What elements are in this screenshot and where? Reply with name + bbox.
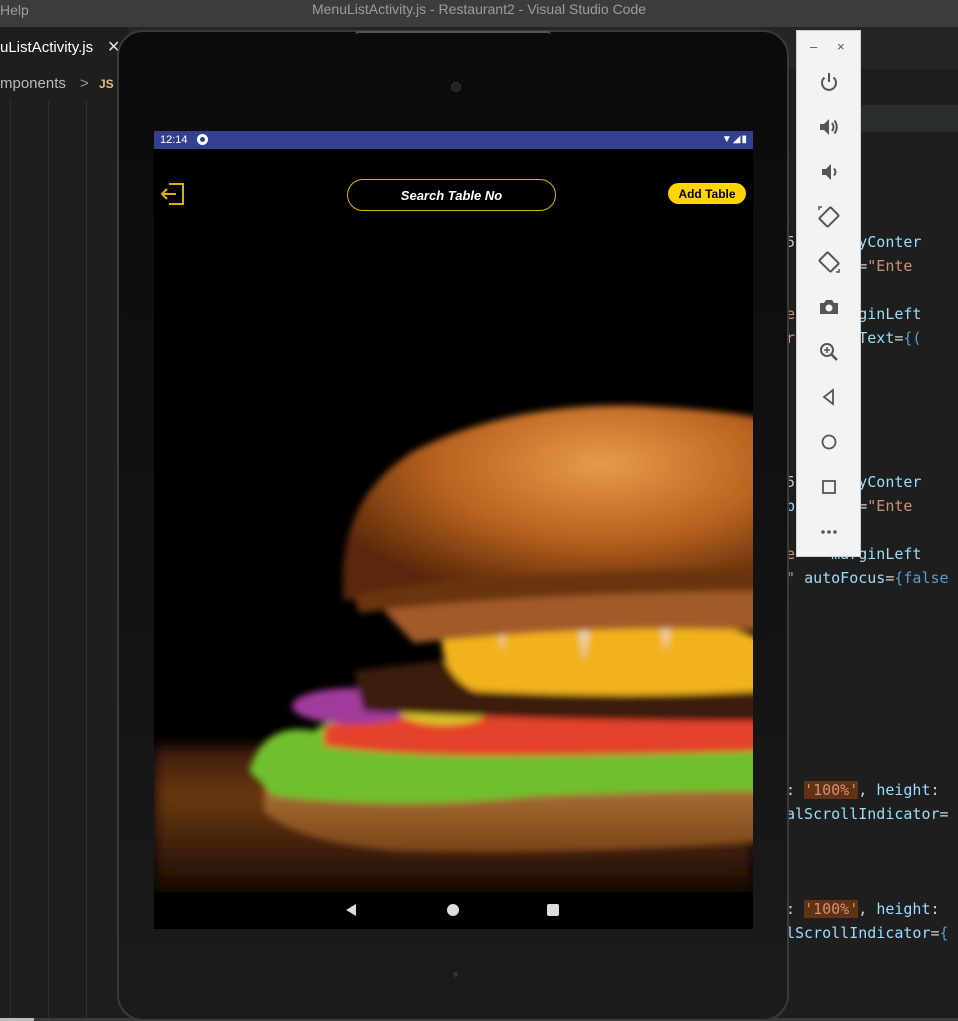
overview-icon[interactable] bbox=[816, 474, 842, 500]
android-nav-bar bbox=[154, 892, 753, 929]
code-line: : '100%', height: bbox=[786, 900, 940, 918]
indent-guide bbox=[10, 100, 11, 1021]
front-camera-icon bbox=[451, 82, 461, 92]
code-line: lScrollIndicator={ bbox=[786, 924, 949, 942]
home-icon[interactable] bbox=[816, 429, 842, 455]
line-highlight bbox=[858, 105, 958, 132]
nav-home-icon[interactable] bbox=[447, 904, 459, 916]
window-title: MenuListActivity.js - Restaurant2 - Visu… bbox=[311, 1, 647, 17]
close-icon[interactable]: × bbox=[837, 39, 845, 54]
search-table-input[interactable] bbox=[347, 179, 556, 211]
status-time: 12:14 bbox=[160, 134, 188, 146]
indent-guide bbox=[48, 100, 49, 1021]
rotate-left-icon[interactable] bbox=[816, 204, 842, 230]
add-table-button[interactable]: Add Table bbox=[668, 183, 746, 204]
javascript-file-icon: JS bbox=[99, 77, 114, 91]
breadcrumb-folder[interactable]: mponents bbox=[0, 70, 66, 98]
microphone-dot bbox=[453, 972, 458, 977]
emulator-toolbar: – × bbox=[796, 30, 861, 557]
zoom-icon[interactable] bbox=[816, 339, 842, 365]
logout-icon[interactable] bbox=[159, 181, 187, 207]
back-icon[interactable] bbox=[816, 384, 842, 410]
notification-icon bbox=[197, 134, 208, 145]
app-header: Add Table bbox=[154, 149, 753, 231]
nav-back-icon[interactable] bbox=[346, 904, 356, 916]
device-screen[interactable]: 12:14 ▼◢▮ Add Table bbox=[154, 131, 753, 929]
tab-label: uListActivity.js bbox=[0, 39, 94, 56]
device-top-edge bbox=[355, 31, 551, 41]
tab-menulistactivity[interactable]: uListActivity.js ✕ bbox=[0, 27, 128, 69]
minimize-icon[interactable]: – bbox=[810, 39, 817, 54]
burger-background-image bbox=[154, 251, 753, 892]
volume-up-icon[interactable] bbox=[816, 114, 842, 140]
android-status-bar: 12:14 ▼◢▮ bbox=[154, 131, 753, 149]
title-bar: Help MenuListActivity.js - Restaurant2 -… bbox=[0, 0, 958, 27]
camera-icon[interactable] bbox=[816, 294, 842, 320]
more-icon[interactable] bbox=[816, 519, 842, 545]
rotate-right-icon[interactable] bbox=[816, 249, 842, 275]
indent-guide bbox=[86, 100, 87, 1021]
wifi-signal-battery-icon: ▼◢▮ bbox=[721, 134, 748, 145]
code-line: alScrollIndicator= bbox=[786, 805, 949, 823]
chevron-right-icon: > bbox=[80, 75, 89, 92]
power-icon[interactable] bbox=[816, 69, 842, 95]
code-line: : '100%', height: bbox=[786, 781, 940, 799]
volume-down-icon[interactable] bbox=[816, 159, 842, 185]
nav-recents-icon[interactable] bbox=[547, 904, 559, 916]
code-line: " autoFocus={false bbox=[786, 569, 949, 587]
